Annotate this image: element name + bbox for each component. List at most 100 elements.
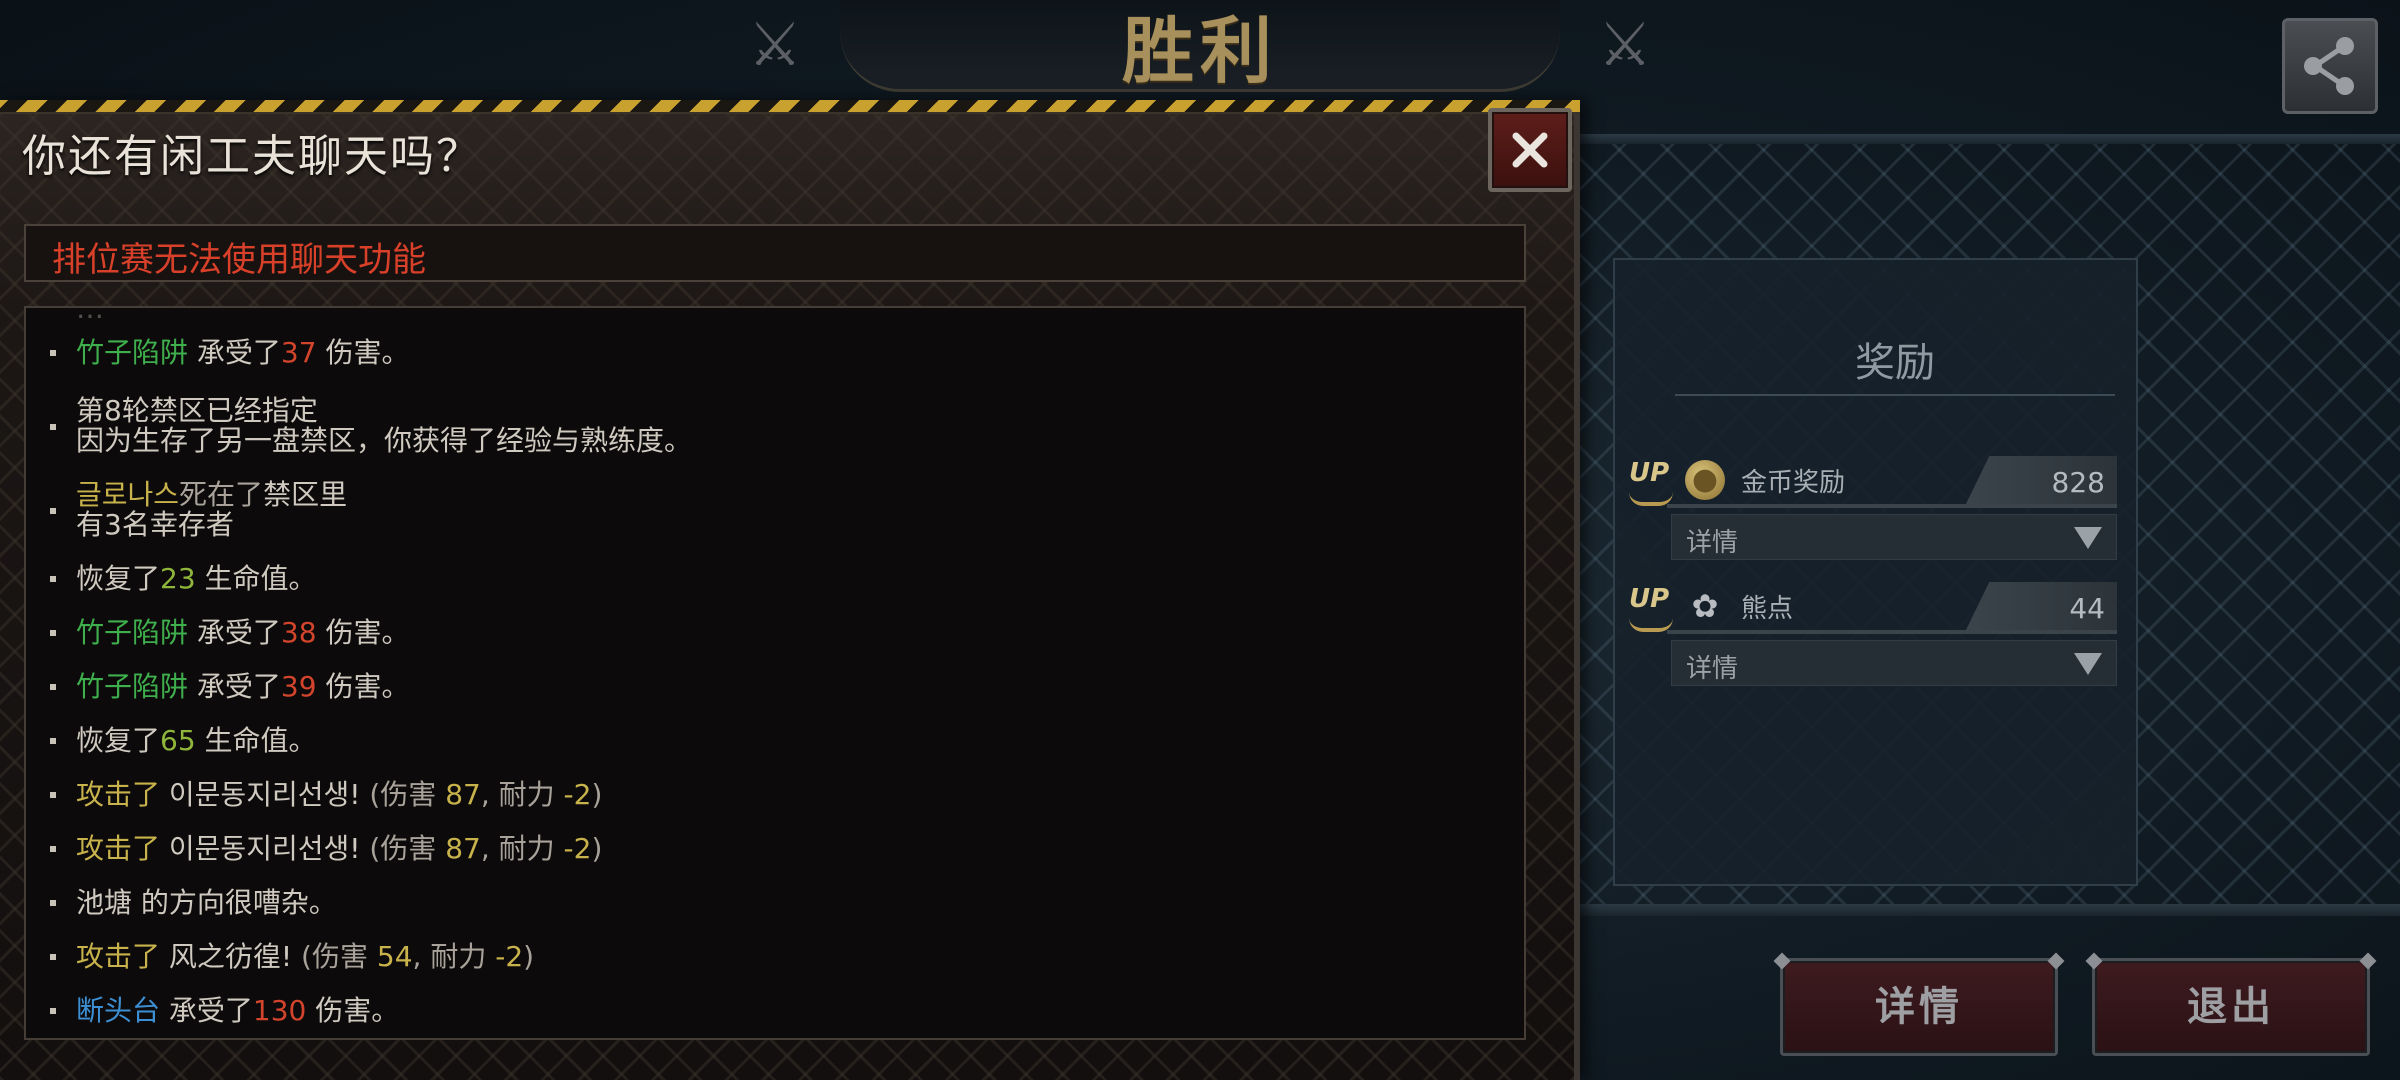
log-text: 恢复了 — [76, 562, 161, 595]
bullet-icon — [50, 738, 56, 744]
bullet-icon — [50, 350, 56, 356]
share-button[interactable] — [2282, 18, 2378, 114]
reward-title: 奖励 — [1675, 330, 2115, 396]
coin-icon: ● — [1685, 460, 1725, 500]
log-target: 이문동지리선생! — [160, 778, 361, 811]
log-text: , 耐力 — [412, 940, 496, 973]
log-text: ) — [591, 832, 603, 865]
log-number: 87 — [445, 778, 481, 811]
log-text: 伤害。 — [316, 616, 410, 649]
log-number: 39 — [280, 670, 317, 703]
exit-button[interactable]: 退出 — [2092, 958, 2370, 1056]
fence-top-bar — [1560, 134, 2400, 144]
reward-row-bear-points: UP ✿ 熊点 44 — [1615, 582, 2140, 634]
log-number: -2 — [563, 832, 592, 865]
log-target: 风之彷徨! — [160, 940, 293, 973]
log-number: 87 — [445, 832, 481, 865]
log-text: 第8轮禁区已经指定 — [76, 394, 318, 427]
log-text: 生命值。 — [195, 562, 317, 595]
close-icon — [1512, 132, 1548, 168]
bullet-icon — [50, 508, 56, 514]
reward-divider — [1667, 504, 2117, 508]
log-text: ) — [591, 778, 603, 811]
hazard-stripe — [0, 100, 1580, 114]
bullet-icon — [50, 1008, 56, 1014]
victory-banner: ⚔ 胜利 ⚔ — [748, 0, 1652, 93]
log-text: 池塘 的方向很嘈杂。 — [76, 886, 337, 919]
log-number: -2 — [495, 940, 524, 973]
log-text: 承受了 — [188, 670, 281, 703]
log-text: 伤害。 — [316, 670, 410, 703]
log-number: 23 — [160, 562, 196, 595]
left-guns-emblem-icon: ⚔ — [748, 10, 802, 80]
log-text: 伤害。 — [306, 994, 400, 1027]
bullet-icon — [50, 576, 56, 582]
chat-disabled-notice: 排位赛无法使用聊天功能 — [24, 224, 1526, 282]
log-text: 伤害。 — [316, 336, 410, 369]
reward-row-gold: UP ● 金币奖励 828 — [1615, 456, 2140, 508]
log-actor: 竹子陷阱 — [76, 670, 189, 703]
log-text: 承受了 — [160, 994, 253, 1027]
log-actor: 竹子陷阱 — [76, 336, 189, 369]
bullet-icon — [50, 630, 56, 636]
log-entry: 第8轮禁区已经指定 因为生存了另一盘禁区，你获得了经验与熟练度。 — [50, 396, 1490, 456]
bullet-icon — [50, 900, 56, 906]
log-text: (伤害 — [360, 778, 446, 811]
bullet-icon — [50, 424, 56, 430]
up-badge-icon: UP — [1629, 458, 1677, 506]
log-action: 攻击了 — [76, 940, 161, 973]
log-text: , 耐力 — [480, 778, 564, 811]
log-number: 54 — [376, 940, 413, 973]
log-text: 承受了 — [188, 336, 281, 369]
log-text: 有3名幸存者 — [76, 508, 234, 541]
log-actor: 断头台 — [76, 994, 161, 1027]
bullet-icon — [50, 792, 56, 798]
fence-bottom-bar — [1560, 904, 2400, 916]
log-cutoff-text: … — [76, 306, 104, 325]
log-text: (伤害 — [360, 832, 446, 865]
right-guns-emblem-icon: ⚔ — [1598, 10, 1652, 80]
reward-label-bear-points: 熊点 — [1741, 594, 1794, 624]
reward-value-gold: 828 — [1965, 456, 2117, 506]
share-icon — [2304, 37, 2354, 95]
bullet-icon — [50, 954, 56, 960]
log-text: 禁区里 — [263, 478, 348, 511]
dropdown-arrow-icon — [2074, 527, 2102, 549]
log-number: 65 — [160, 724, 196, 757]
dropdown-label: 详情 — [1686, 528, 1739, 558]
reward-divider — [1667, 630, 2117, 634]
log-text: 恢复了 — [76, 724, 161, 757]
log-text: 生命值。 — [195, 724, 317, 757]
log-text: , 耐力 — [480, 832, 564, 865]
log-number: 38 — [280, 616, 317, 649]
reward-label-gold: 金币奖励 — [1741, 468, 1846, 498]
bear-points-details-dropdown[interactable]: 详情 — [1671, 640, 2117, 686]
log-number: 37 — [280, 336, 317, 369]
dialog-title: 你还有闲工夫聊天吗？ — [22, 131, 482, 182]
gold-details-dropdown[interactable]: 详情 — [1671, 514, 2117, 560]
log-text: ) — [523, 940, 535, 973]
battle-log[interactable]: … 竹子陷阱 承受了37 伤害。 第8轮禁区已经指定 因为生存了另一盘禁区，你获… — [24, 306, 1526, 1040]
log-text: (伤害 — [292, 940, 377, 973]
reward-panel: 奖励 UP ● 金币奖励 828 详情 UP ✿ 熊点 44 详情 — [1613, 258, 2138, 886]
notice-text: 排位赛无法使用聊天功能 — [52, 240, 426, 280]
victory-title: 胜利 — [1121, 8, 1278, 93]
log-text: 因为生存了另一盘禁区，你获得了经验与熟练度。 — [76, 424, 693, 457]
log-number: -2 — [563, 778, 592, 811]
chat-dialog: 你还有闲工夫聊天吗？ 排位赛无法使用聊天功能 … 竹子陷阱 承受了37 伤害。 … — [0, 100, 1580, 1080]
dropdown-arrow-icon — [2074, 653, 2102, 675]
bullet-icon — [50, 846, 56, 852]
bullet-icon — [50, 684, 56, 690]
reward-value-bear-points: 44 — [1965, 582, 2117, 632]
details-button[interactable]: 详情 — [1780, 958, 2058, 1056]
log-action: 攻击了 — [76, 832, 161, 865]
log-number: 130 — [252, 994, 307, 1027]
log-text: 死在了 — [179, 478, 264, 511]
close-button[interactable] — [1488, 108, 1572, 192]
log-actor: 竹子陷阱 — [76, 616, 189, 649]
log-text: 承受了 — [188, 616, 281, 649]
bear-paw-icon: ✿ — [1691, 587, 1719, 625]
up-badge-icon: UP — [1629, 584, 1677, 632]
log-entry: 글로나스死在了禁区里 有3名幸存者 — [50, 480, 1490, 540]
log-action: 攻击了 — [76, 778, 161, 811]
